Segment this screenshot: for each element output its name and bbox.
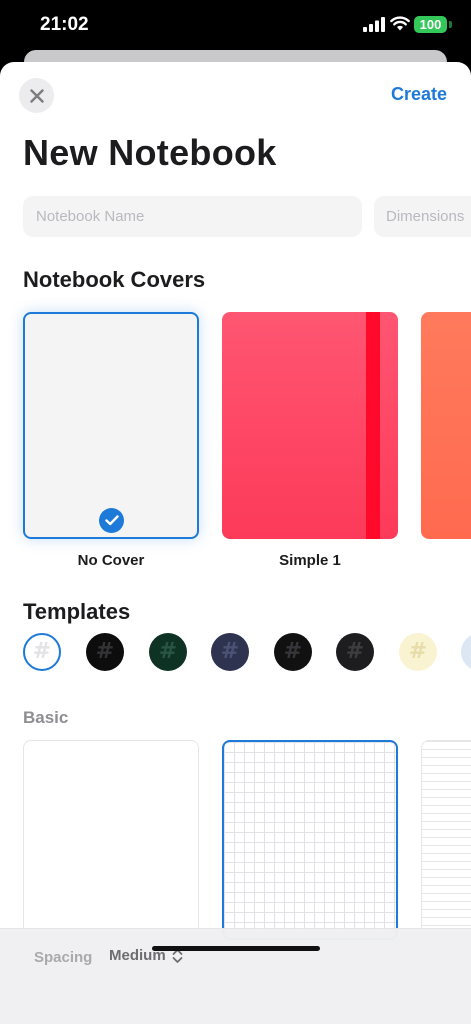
- cover-label-no-cover: No Cover: [77, 552, 145, 569]
- grid-icon: #: [283, 639, 303, 664]
- battery-icon: 100: [414, 16, 447, 33]
- template-swatch-green[interactable]: #: [149, 633, 187, 671]
- template-swatch-white[interactable]: #: [23, 633, 61, 671]
- home-indicator: [152, 946, 320, 951]
- basic-group-label: Basic: [23, 708, 69, 727]
- grid-icon: #: [158, 639, 178, 664]
- template-swatch-black[interactable]: #: [86, 633, 124, 671]
- cover-label-simple-1: Simple 1: [279, 552, 341, 569]
- template-swatch-light-blue[interactable]: #: [461, 633, 471, 671]
- template-swatch-navy[interactable]: #: [211, 633, 249, 671]
- template-swatch-cream[interactable]: #: [399, 633, 437, 671]
- cover-no-cover[interactable]: [23, 312, 199, 539]
- template-blank[interactable]: [23, 740, 199, 940]
- template-swatch-dark[interactable]: #: [274, 633, 312, 671]
- bottom-toolbar: Spacing Medium: [0, 928, 471, 1024]
- cover-simple-1[interactable]: [222, 312, 398, 539]
- status-time: 21:02: [40, 14, 89, 35]
- page-title: New Notebook: [23, 132, 277, 173]
- new-notebook-sheet: Create New Notebook Dimensions Notebook …: [0, 62, 471, 1024]
- templates-heading: Templates: [23, 599, 131, 624]
- cover-elastic-band: [366, 312, 380, 539]
- dimensions-field[interactable]: Dimensions: [374, 196, 471, 237]
- grid-icon: #: [95, 639, 115, 664]
- template-swatch-charcoal[interactable]: #: [336, 633, 374, 671]
- template-grid[interactable]: [222, 740, 398, 940]
- notebook-name-input[interactable]: [23, 196, 362, 237]
- close-button[interactable]: [19, 78, 54, 113]
- status-bar: 21:02 100: [0, 0, 471, 50]
- covers-heading: Notebook Covers: [23, 267, 206, 292]
- wifi-icon: [390, 16, 410, 31]
- grid-icon: #: [408, 639, 428, 664]
- create-button[interactable]: Create: [391, 84, 447, 105]
- selected-checkmark-icon: [99, 508, 124, 533]
- battery-nub: [449, 21, 452, 28]
- close-icon: [29, 88, 44, 103]
- grid-icon: #: [32, 639, 52, 664]
- template-lined[interactable]: [421, 740, 471, 940]
- cover-next-partial[interactable]: [421, 312, 471, 539]
- grid-icon: #: [220, 639, 240, 664]
- spacing-label: Spacing: [34, 949, 93, 966]
- grid-icon: #: [345, 639, 365, 664]
- cellular-signal-icon: [363, 17, 385, 32]
